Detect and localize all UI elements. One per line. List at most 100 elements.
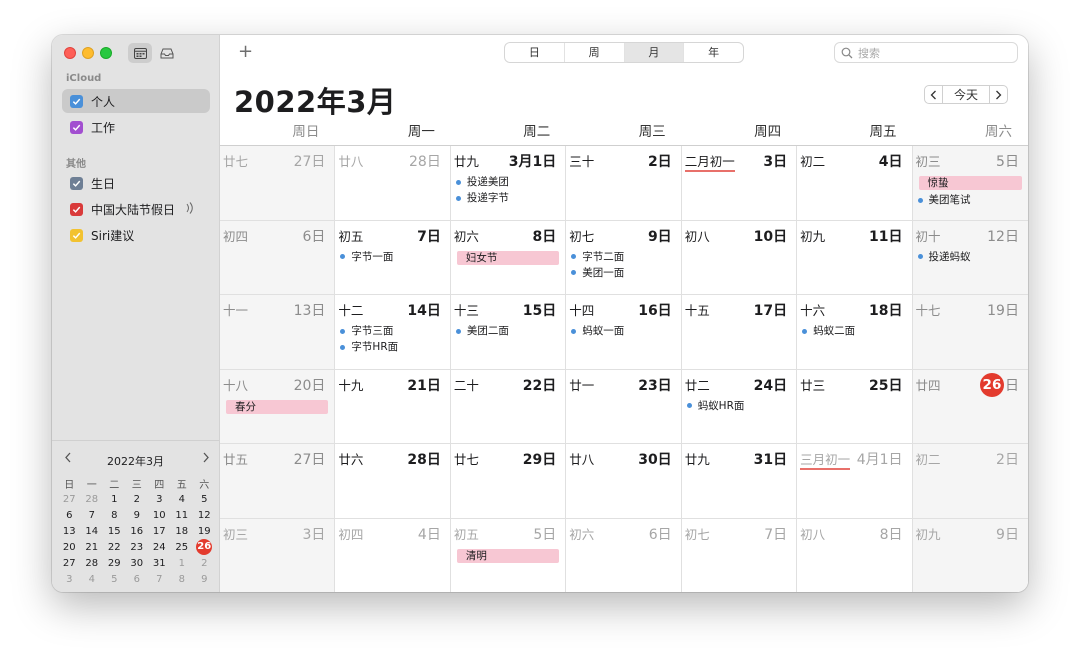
calendar-event[interactable]: 字节三面 (339, 323, 443, 339)
previous-month-button[interactable] (924, 85, 943, 104)
day-cell[interactable]: 廿一 23日 (566, 369, 682, 443)
mini-day[interactable]: 27 (58, 494, 81, 505)
mini-day[interactable]: 12 (193, 510, 216, 521)
day-cell[interactable]: 初七 7日 (682, 518, 798, 592)
day-cell[interactable]: 十九 21日 (335, 369, 451, 443)
mini-day[interactable]: 18 (171, 526, 194, 537)
holiday-event[interactable]: 惊蛰 (918, 176, 1022, 190)
mini-day[interactable]: 28 (81, 558, 104, 569)
day-cell[interactable]: 初三 5日 惊蛰 美团笔试 (912, 146, 1028, 220)
day-cell[interactable]: 十四 16日 蚂蚁一面 (566, 295, 682, 369)
calendar-event[interactable]: 蚂蚁二面 (801, 323, 905, 339)
calendar-item-work[interactable]: 工作 (62, 115, 210, 139)
calendar-item-siri-suggestions[interactable]: Siri建议 (62, 223, 210, 247)
day-cell[interactable]: 初八 10日 (682, 220, 798, 294)
calendar-event[interactable]: 投递美团 (455, 174, 559, 190)
mini-day[interactable]: 9 (193, 574, 216, 585)
mini-day[interactable]: 21 (81, 542, 104, 553)
mini-day[interactable]: 1 (103, 494, 126, 505)
day-cell[interactable]: 十五 17日 (682, 295, 798, 369)
mini-day[interactable]: 8 (103, 510, 126, 521)
holiday-event[interactable]: 妇女节 (456, 250, 560, 265)
checkbox-checked-icon[interactable] (70, 176, 83, 190)
day-cell[interactable]: 廿五 27日 (220, 444, 336, 518)
day-cell[interactable]: 二十 22日 (451, 369, 567, 443)
day-cell[interactable]: 十七 19日 (912, 295, 1028, 369)
today-button[interactable]: 今天 (943, 85, 989, 104)
calendar-list-toggle-button[interactable] (128, 43, 152, 63)
mini-day[interactable]: 22 (103, 542, 126, 553)
holiday-event[interactable]: 春分 (226, 399, 329, 414)
day-cell[interactable]: 初五 5日 清明 (451, 518, 567, 592)
day-cell[interactable]: 廿六 28日 (335, 444, 451, 518)
calendar-event[interactable]: 投递字节 (455, 190, 559, 206)
day-cell[interactable]: 初七 9日 字节二面 美团一面 (566, 220, 682, 294)
mini-day[interactable]: 20 (58, 542, 81, 553)
day-cell[interactable]: 廿二 24日 蚂蚁HR面 (682, 369, 798, 443)
calendar-item-personal[interactable]: 个人 (62, 89, 210, 113)
checkbox-checked-icon[interactable] (70, 228, 83, 242)
mini-day[interactable]: 7 (81, 510, 104, 521)
mini-day[interactable]: 28 (81, 494, 104, 505)
mini-day[interactable]: 3 (58, 574, 81, 585)
day-cell[interactable]: 十三 15日 美团二面 (451, 295, 567, 369)
mini-day[interactable]: 7 (148, 574, 171, 585)
day-cell[interactable]: 初五 7日 字节一面 (335, 220, 451, 294)
day-cell[interactable]: 三月初一 4月1日 (797, 444, 913, 518)
mini-day[interactable]: 1 (171, 558, 194, 569)
day-cell[interactable]: 十六 18日 蚂蚁二面 (797, 295, 913, 369)
calendar-event[interactable]: 蚂蚁一面 (570, 323, 674, 339)
mini-day[interactable]: 5 (193, 494, 216, 505)
mini-day[interactable]: 25 (171, 542, 194, 553)
day-cell[interactable]: 初六 6日 (566, 518, 682, 592)
mini-day[interactable]: 4 (81, 574, 104, 585)
day-cell[interactable]: 十一 13日 (220, 295, 336, 369)
checkbox-checked-icon[interactable] (70, 120, 83, 134)
calendar-event[interactable]: 字节HR面 (339, 339, 443, 355)
calendar-event[interactable]: 美团笔试 (917, 192, 1022, 208)
mini-day[interactable]: 6 (126, 574, 149, 585)
mini-next-month-button[interactable] (202, 451, 210, 467)
mini-day[interactable]: 15 (103, 526, 126, 537)
mini-day[interactable]: 9 (126, 510, 149, 521)
calendar-event[interactable]: 蚂蚁HR面 (686, 398, 790, 414)
add-event-button[interactable]: + (238, 41, 253, 62)
day-cell[interactable]: 初二 4日 (797, 146, 913, 220)
mini-day[interactable]: 10 (148, 510, 171, 521)
mini-day[interactable]: 8 (171, 574, 194, 585)
view-day-tab[interactable]: 日 (505, 43, 565, 62)
view-week-tab[interactable]: 周 (565, 43, 625, 62)
zoom-window-button[interactable] (100, 47, 112, 59)
day-cell[interactable]: 廿八 30日 (566, 444, 682, 518)
day-cell[interactable]: 三十 2日 (566, 146, 682, 220)
mini-day[interactable]: 30 (126, 558, 149, 569)
view-year-tab[interactable]: 年 (684, 43, 743, 62)
close-window-button[interactable] (64, 47, 76, 59)
inbox-button[interactable] (155, 43, 179, 63)
search-field[interactable]: 搜索 (834, 42, 1018, 63)
mini-day[interactable]: 31 (148, 558, 171, 569)
holiday-event[interactable]: 清明 (456, 548, 560, 563)
day-cell[interactable]: 廿七 27日 (220, 146, 336, 220)
mini-day[interactable]: 23 (126, 542, 149, 553)
mini-day[interactable]: 11 (171, 510, 194, 521)
mini-day[interactable]: 27 (58, 558, 81, 569)
day-cell[interactable]: 初二 2日 (912, 444, 1028, 518)
day-cell[interactable]: 廿三 25日 (797, 369, 913, 443)
mini-day[interactable]: 4 (171, 494, 194, 505)
day-cell[interactable]: 二月初一 3日 (682, 146, 798, 220)
mini-day[interactable]: 2 (193, 558, 216, 569)
calendar-item-china-holidays[interactable]: 中国大陆节假日 (62, 197, 210, 221)
day-cell[interactable]: 廿七 29日 (451, 444, 567, 518)
day-cell[interactable]: 初四 4日 (335, 518, 451, 592)
mini-day[interactable]: 14 (81, 526, 104, 537)
minimize-window-button[interactable] (82, 47, 94, 59)
mini-day[interactable]: 24 (148, 542, 171, 553)
day-cell[interactable]: 初四 6日 (220, 220, 336, 294)
mini-day[interactable]: 13 (58, 526, 81, 537)
mini-day[interactable]: 19 (193, 526, 216, 537)
day-cell[interactable]: 初九 11日 (797, 220, 913, 294)
calendar-event[interactable]: 字节一面 (339, 249, 443, 265)
day-cell[interactable]: 廿九 31日 (682, 444, 798, 518)
day-cell[interactable]: 初六 8日 妇女节 (451, 220, 567, 294)
